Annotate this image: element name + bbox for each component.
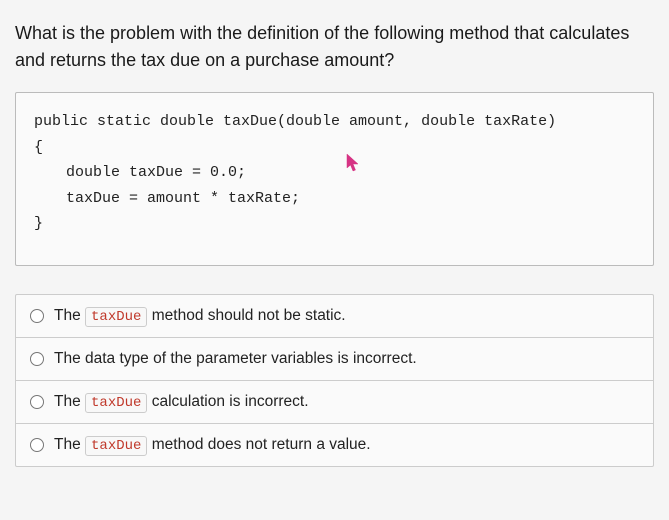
option-label: The data type of the parameter variables… [54,350,417,368]
radio-icon [30,309,44,323]
code-line-5: } [34,211,635,237]
option-label: The taxDue method does not return a valu… [54,436,371,454]
question-text: What is the problem with the definition … [15,20,654,74]
option-4[interactable]: The taxDue method does not return a valu… [16,424,653,466]
radio-icon [30,438,44,452]
code-inline: taxDue [85,393,147,413]
option-label: The taxDue calculation is incorrect. [54,393,309,411]
option-3[interactable]: The taxDue calculation is incorrect. [16,381,653,424]
code-line-3: double taxDue = 0.0; [34,160,635,186]
radio-icon [30,352,44,366]
code-block: public static double taxDue(double amoun… [15,92,654,266]
code-line-1: public static double taxDue(double amoun… [34,109,635,135]
option-label: The taxDue method should not be static. [54,307,346,325]
code-line-2: { [34,135,635,161]
option-2[interactable]: The data type of the parameter variables… [16,338,653,381]
code-line-4: taxDue = amount * taxRate; [34,186,635,212]
radio-icon [30,395,44,409]
option-1[interactable]: The taxDue method should not be static. [16,295,653,338]
code-inline: taxDue [85,436,147,456]
code-inline: taxDue [85,307,147,327]
options-container: The taxDue method should not be static. … [15,294,654,467]
